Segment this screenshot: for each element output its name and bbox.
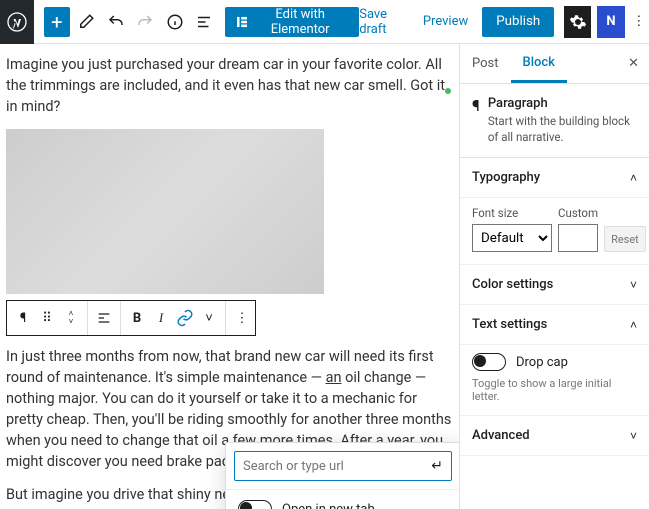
- more-options-icon[interactable]: ⋮: [232, 308, 252, 328]
- info-icon[interactable]: [162, 7, 188, 37]
- align-icon[interactable]: [94, 308, 114, 328]
- edit-icon[interactable]: [74, 7, 100, 37]
- link-icon[interactable]: [175, 308, 195, 328]
- redo-icon[interactable]: [133, 7, 159, 37]
- chevron-down-icon[interactable]: ˅: [199, 308, 219, 328]
- link-url-input[interactable]: [243, 459, 431, 474]
- elementor-button[interactable]: Edit with Elementor: [225, 7, 359, 37]
- image-block[interactable]: [6, 129, 324, 294]
- tab-post[interactable]: Post: [460, 44, 511, 83]
- save-draft-link[interactable]: Save draft: [359, 7, 409, 37]
- wordpress-logo[interactable]: [0, 0, 34, 44]
- block-info: ¶ Paragraph Start with the building bloc…: [460, 84, 649, 158]
- dropcap-toggle[interactable]: [472, 353, 506, 371]
- italic-icon[interactable]: I: [151, 308, 171, 328]
- drag-handle-icon[interactable]: ⠿: [37, 308, 57, 328]
- link-popover: ↵ Open in new tab: [225, 442, 459, 509]
- panel-typography[interactable]: Typography ˄: [460, 158, 649, 198]
- inline-link[interactable]: an: [326, 369, 342, 386]
- more-menu-icon[interactable]: ⋮: [629, 6, 649, 38]
- font-size-label: Font size: [472, 206, 552, 220]
- top-toolbar: + Edit with Elementor Save draft Preview…: [0, 0, 649, 44]
- dropcap-label: Drop cap: [516, 355, 568, 370]
- open-new-tab-toggle[interactable]: [238, 500, 272, 509]
- publish-button[interactable]: Publish: [482, 7, 554, 37]
- chevron-up-icon: ˄: [630, 171, 637, 185]
- custom-size-input[interactable]: [558, 224, 598, 252]
- chevron-up-icon: ˄: [630, 318, 637, 332]
- panel-text-settings[interactable]: Text settings ˄: [460, 305, 649, 345]
- status-dot-icon: [445, 88, 451, 94]
- plugin-n-button[interactable]: N: [597, 6, 624, 38]
- move-arrows-icon[interactable]: ˄˅: [61, 308, 81, 328]
- submit-icon[interactable]: ↵: [431, 458, 443, 474]
- dropcap-hint: Toggle to show a large initial letter.: [472, 377, 637, 403]
- preview-link[interactable]: Preview: [423, 14, 468, 29]
- close-icon[interactable]: ✕: [618, 56, 649, 71]
- chevron-down-icon: ˅: [630, 429, 637, 443]
- custom-label: Custom: [558, 206, 598, 220]
- tab-block[interactable]: Block: [511, 44, 567, 83]
- paragraph-icon[interactable]: ¶: [13, 308, 33, 328]
- block-toolbar: ¶ ⠿ ˄˅ B I ˅ ⋮: [6, 300, 256, 336]
- outline-icon[interactable]: [192, 7, 218, 37]
- link-url-field[interactable]: ↵: [234, 451, 452, 481]
- bold-icon[interactable]: B: [127, 308, 147, 328]
- panel-advanced[interactable]: Advanced ˅: [460, 416, 649, 456]
- elementor-label: Edit with Elementor: [253, 7, 347, 37]
- sidebar-tabs: Post Block ✕: [460, 44, 649, 84]
- panel-color[interactable]: Color settings ˅: [460, 265, 649, 305]
- paragraph-icon: ¶: [472, 96, 480, 145]
- open-new-tab-label: Open in new tab: [282, 502, 375, 509]
- block-desc: Start with the building block of all nar…: [488, 114, 637, 145]
- reset-button[interactable]: Reset: [604, 226, 646, 252]
- font-size-select[interactable]: Default: [472, 224, 552, 252]
- block-title: Paragraph: [488, 96, 637, 111]
- paragraph-block[interactable]: Imagine you just purchased your dream ca…: [6, 54, 453, 117]
- settings-sidebar: Post Block ✕ ¶ Paragraph Start with the …: [459, 44, 649, 509]
- settings-button[interactable]: [564, 6, 591, 38]
- chevron-down-icon: ˅: [630, 278, 637, 292]
- add-block-button[interactable]: +: [44, 7, 70, 37]
- undo-icon[interactable]: [103, 7, 129, 37]
- editor-area: Imagine you just purchased your dream ca…: [0, 44, 459, 509]
